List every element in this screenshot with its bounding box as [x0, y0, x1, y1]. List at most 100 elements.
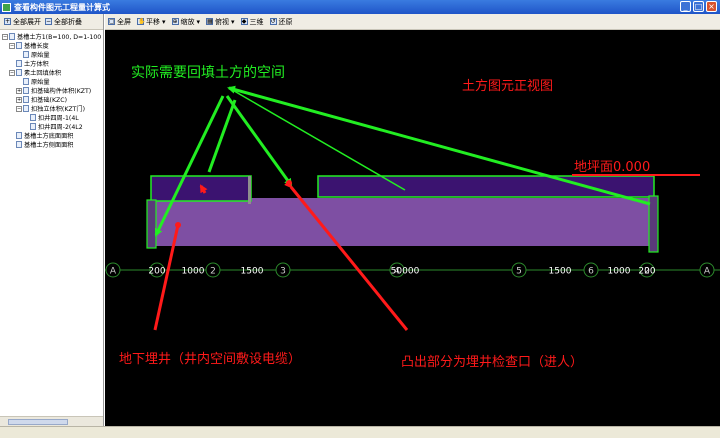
tree-node-label: 基槽土方1(B=100, D=1-100 — [17, 34, 102, 41]
green-arrow-port — [225, 95, 293, 187]
expand-all-button[interactable]: + 全部展开 — [4, 17, 41, 27]
app-icon — [2, 2, 11, 12]
collapse-toggle-icon[interactable]: − — [16, 105, 22, 112]
tree-node-label: 扣井四周-1(4L — [38, 115, 79, 122]
restore-label: 还原 — [278, 17, 293, 26]
axis-label: A — [704, 267, 711, 277]
tree-node[interactable]: 基槽土方底面面积 — [2, 131, 103, 140]
dimension-label: 1000 — [608, 267, 631, 277]
collapse-icon: − — [45, 18, 52, 25]
document-icon — [16, 42, 22, 49]
wall-left — [146, 199, 157, 249]
tree-node[interactable]: − 素土回填体积 — [2, 68, 103, 77]
expand-toggle-icon[interactable]: + — [16, 87, 22, 94]
tree-node-label: 扣基础(KZC) — [31, 97, 68, 104]
zoom-label: 缩放 — [180, 17, 195, 26]
dimension-label: 200 — [638, 267, 655, 277]
tree-node[interactable]: 原始量 — [2, 77, 103, 86]
annotation-underground-well: 地下埋井（井内空间敷设电缆） — [119, 351, 301, 367]
tree-node[interactable]: − 基槽长度 — [2, 41, 103, 50]
collapse-toggle-icon[interactable]: − — [2, 33, 8, 40]
document-icon — [23, 51, 29, 58]
view-toolbar: ▢ 全屏 ✋ 平移 ▾ ⊕ 缩放 ▾ ▦ 俯视 ▾ ◆ 三维 ↺ 还原 — [105, 14, 720, 30]
trench-earthwork-body — [151, 198, 654, 246]
top-view-label: 俯视 — [215, 17, 230, 26]
magnifier-icon: ⊕ — [171, 18, 179, 25]
annotation-backfill-space: 实际需要回填土方的空间 — [131, 65, 285, 81]
three-d-button[interactable]: ◆ 三维 — [240, 17, 264, 27]
scrollbar-thumb[interactable] — [8, 419, 68, 425]
collapse-toggle-icon[interactable]: − — [9, 69, 15, 76]
tree-node-label: 原始量 — [31, 52, 50, 59]
document-icon — [16, 60, 22, 67]
zoom-button[interactable]: ⊕ 缩放 ▾ — [171, 17, 201, 27]
front-view-canvas[interactable]: A234562A 200 1000 1500 50000 1500 1000 200 实际需… — [105, 30, 720, 426]
dimension-labels: 200 1000 1500 50000 1500 1000 200 — [148, 267, 655, 277]
horizontal-scrollbar[interactable] — [0, 416, 103, 426]
tree-node-label: 土方体积 — [24, 61, 49, 68]
title-bar: 查看构件图元工程量计算式 _ □ × — [0, 0, 720, 14]
tree-node[interactable]: 扣井四周-1(4L — [2, 113, 103, 122]
document-icon — [16, 141, 22, 148]
document-icon — [16, 69, 22, 76]
document-icon — [23, 105, 29, 112]
tree-node[interactable]: 扣井四周-2(4L2 — [2, 122, 103, 131]
green-arrow-mid — [207, 99, 237, 173]
drawing-area: ▢ 全屏 ✋ 平移 ▾ ⊕ 缩放 ▾ ▦ 俯视 ▾ ◆ 三维 ↺ 还原 A 2 … — [105, 14, 720, 426]
dimension-label: 1000 — [182, 267, 205, 277]
expand-toggle-icon[interactable]: + — [16, 96, 22, 103]
document-icon — [23, 96, 29, 103]
chevron-down-icon: ▾ — [162, 17, 166, 26]
dimension-label: 50000 — [391, 267, 420, 277]
minimize-button[interactable]: _ — [680, 1, 691, 12]
tree-node-label: 基槽土方底面面积 — [24, 133, 74, 140]
tree-node[interactable]: + 扣基础(KZC) — [2, 95, 103, 104]
dimension-label: 1500 — [241, 267, 264, 277]
window-title: 查看构件图元工程量计算式 — [14, 2, 110, 12]
tree-node[interactable]: + 扣基础构件体积(KZT) — [2, 86, 103, 95]
tree-node[interactable]: 土方体积 — [2, 59, 103, 68]
tree-node-label: 原始量 — [31, 79, 50, 86]
hand-icon: ✋ — [137, 18, 146, 25]
tree-node[interactable]: 基槽土方侧面面积 — [2, 140, 103, 149]
tree-node[interactable]: 原始量 — [2, 50, 103, 59]
annotation-front-view: 土方图元正视图 — [462, 78, 553, 94]
green-arrow-thin — [228, 87, 406, 191]
axis-label: 3 — [280, 267, 286, 277]
document-icon — [9, 33, 15, 40]
tree-node-label: 扣井四周-2(4L2 — [38, 124, 83, 131]
axis-label: 5 — [516, 267, 522, 277]
top-view-button[interactable]: ▦ 俯视 ▾ — [206, 17, 235, 27]
document-icon — [30, 114, 36, 121]
tree-node-label: 基槽土方侧面面积 — [24, 142, 74, 149]
inspection-port-edge — [248, 176, 251, 204]
expand-icon: + — [4, 18, 11, 25]
tree-node-label: 素土回填体积 — [24, 70, 62, 77]
full-screen-label: 全屏 — [117, 17, 131, 26]
axis-label: 6 — [588, 267, 594, 277]
tree-node[interactable]: − 扣独立体积(KZT门) — [2, 104, 103, 113]
pan-button[interactable]: ✋ 平移 ▾ — [137, 17, 166, 27]
restore-icon: ↺ — [269, 18, 277, 25]
tree-toolbar: + 全部展开 − 全部折叠 — [0, 14, 103, 30]
close-button[interactable]: × — [706, 1, 717, 12]
dimension-label: 200 — [148, 267, 165, 277]
full-screen-icon: ▢ — [108, 18, 115, 25]
maximize-button[interactable]: □ — [693, 1, 704, 12]
cube-icon: ◆ — [240, 18, 248, 25]
document-icon — [23, 87, 29, 94]
collapse-toggle-icon[interactable]: − — [9, 42, 15, 49]
document-icon — [23, 78, 29, 85]
tree-node-label: 基槽长度 — [24, 43, 49, 50]
tree-node-label: 扣独立体积(KZT门) — [31, 106, 86, 113]
chevron-down-icon: ▾ — [231, 17, 235, 26]
collapse-all-button[interactable]: − 全部折叠 — [45, 17, 82, 27]
quantity-tree: − 基槽土方1(B=100, D=1-100− 基槽长度 原始量 土方体积 − 素土回填体积… — [0, 30, 103, 410]
full-screen-button[interactable]: ▢ 全屏 — [108, 17, 131, 27]
tree-node[interactable]: − 基槽土方1(B=100, D=1-100 — [2, 32, 103, 41]
chevron-down-icon: ▾ — [196, 17, 201, 26]
expand-all-label: 全部展开 — [13, 17, 41, 26]
restore-button[interactable]: ↺ 还原 — [269, 17, 293, 27]
collapse-all-label: 全部折叠 — [54, 17, 82, 26]
status-bar — [0, 426, 720, 438]
